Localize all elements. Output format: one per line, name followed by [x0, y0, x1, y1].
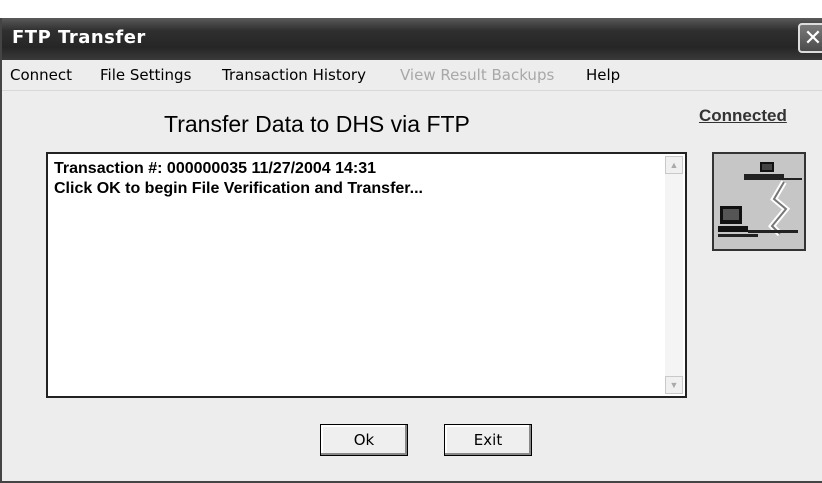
exit-button[interactable]: Exit [444, 424, 532, 456]
window-title: FTP Transfer [12, 27, 146, 48]
log-line-transaction: Transaction #: 000000035 11/27/2004 14:3… [54, 160, 377, 177]
scroll-up-icon[interactable]: ▲ [665, 156, 683, 174]
scroll-down-icon[interactable]: ▼ [665, 376, 683, 394]
transaction-log-textbox[interactable]: Transaction #: 000000035 11/27/2004 14:3… [46, 152, 687, 398]
vertical-scrollbar[interactable]: ▲ ▼ [665, 156, 683, 394]
menu-transaction-history[interactable]: Transaction History [222, 66, 366, 84]
log-line-instruction: Click OK to begin File Verification and … [54, 180, 423, 197]
close-icon: ✕ [803, 26, 822, 51]
network-computers-icon [712, 152, 806, 251]
ftp-transfer-window: FTP Transfer ✕ Connect File Settings Tra… [0, 18, 822, 483]
ok-button[interactable]: Ok [320, 424, 408, 456]
page-heading: Transfer Data to DHS via FTP [164, 111, 470, 137]
network-computers-graphic [714, 154, 804, 249]
menu-bar: Connect File Settings Transaction Histor… [2, 60, 822, 91]
menu-file-settings[interactable]: File Settings [100, 66, 191, 84]
menu-view-result-backups[interactable]: View Result Backups [400, 66, 554, 84]
menu-connect[interactable]: Connect [10, 66, 72, 84]
connection-status[interactable]: Connected [699, 106, 787, 126]
title-bar[interactable]: FTP Transfer ✕ [2, 18, 822, 60]
menu-help[interactable]: Help [586, 66, 620, 84]
close-button[interactable]: ✕ [798, 23, 822, 53]
